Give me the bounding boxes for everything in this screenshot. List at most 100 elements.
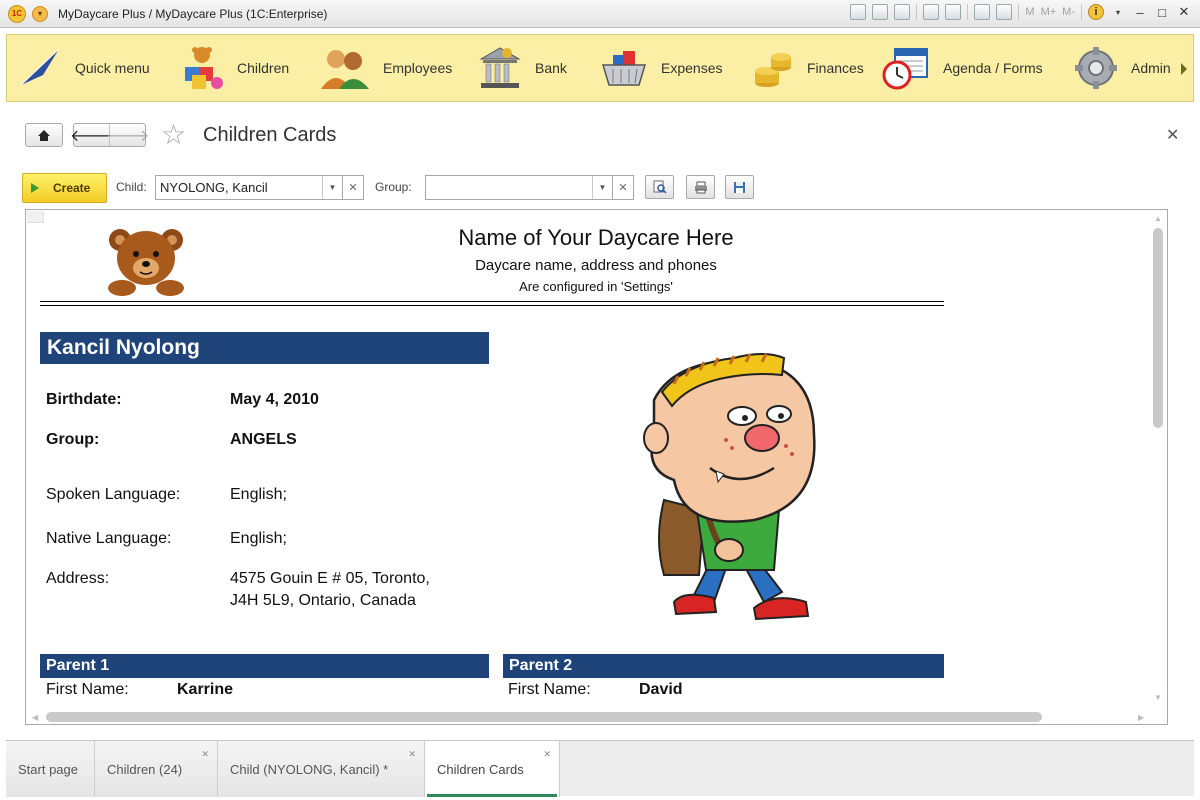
toolbar-divider <box>1081 4 1082 20</box>
forward-button[interactable]: 🡒 <box>107 124 150 146</box>
spoken-language-value: English; <box>230 486 287 503</box>
child-select[interactable]: NYOLONG, Kancil ▼ <box>155 175 343 200</box>
scroll-down-arrow-icon[interactable]: ▼ <box>1154 693 1162 702</box>
close-tab-icon[interactable]: ✕ <box>408 749 416 760</box>
minimize-button[interactable]: – <box>1132 5 1148 20</box>
parent-2-first-name-value: David <box>639 681 683 698</box>
birthdate-value: May 4, 2010 <box>230 391 319 408</box>
parent-1-header: Parent 1 <box>40 654 489 678</box>
memory-m-button[interactable]: M <box>1025 6 1034 18</box>
scroll-left-arrow-icon[interactable]: ◀ <box>32 713 38 722</box>
tab-child-record[interactable]: Child (NYOLONG, Kancil) * ✕ <box>218 741 425 797</box>
floppy-icon <box>734 181 745 193</box>
child-label: Child: <box>116 180 147 194</box>
child-name-header: Kancil Nyolong <box>40 332 489 364</box>
scroll-right-arrow-icon[interactable]: ▶ <box>1138 713 1144 722</box>
print-button[interactable] <box>686 175 715 199</box>
print-preview-icon[interactable] <box>894 4 911 20</box>
close-window-button[interactable]: ✕ <box>1176 4 1192 20</box>
maximize-button[interactable]: □ <box>1154 5 1170 20</box>
bank-icon <box>477 45 523 91</box>
close-tab-icon[interactable]: ✕ <box>543 749 551 760</box>
expenses-icon <box>599 45 649 91</box>
section-bank[interactable]: Bank <box>467 35 589 101</box>
section-agenda-forms[interactable]: Agenda / Forms <box>871 35 1063 101</box>
children-icon <box>179 45 225 91</box>
parent-2-header: Parent 2 <box>503 654 944 678</box>
calendar-icon[interactable] <box>996 4 1013 20</box>
main-menu-icon[interactable]: ▾ <box>32 5 48 22</box>
window-titlebar: 1C ▾ MyDaycare Plus / MyDaycare Plus (1C… <box>0 0 1200 28</box>
section-expenses[interactable]: Expenses <box>589 35 739 101</box>
favorites-icon[interactable] <box>945 4 962 20</box>
report-corner <box>27 211 44 223</box>
play-icon <box>31 183 39 193</box>
save-icon[interactable] <box>850 4 867 20</box>
printer-icon <box>694 181 707 193</box>
birthdate-label: Birthdate: <box>46 391 122 408</box>
daycare-subtitle: Daycare name, address and phones <box>475 257 717 274</box>
find-button[interactable] <box>645 175 674 199</box>
close-tab-icon[interactable]: ✕ <box>201 749 209 760</box>
calculator-icon[interactable] <box>974 4 991 20</box>
group-dropdown-icon[interactable]: ▼ <box>592 176 612 199</box>
favorites-add-icon[interactable] <box>923 4 940 20</box>
save-button[interactable] <box>725 175 754 199</box>
quick-menu-icon <box>17 45 63 91</box>
section-finances[interactable]: Finances <box>739 35 871 101</box>
app-logo-icon[interactable]: 1C <box>8 4 26 23</box>
find-icon <box>653 180 667 194</box>
child-clear-button[interactable]: ✕ <box>342 175 364 200</box>
address-label: Address: <box>46 570 110 587</box>
tab-children[interactable]: Children (24) ✕ <box>95 741 218 797</box>
parent-1-first-name-value: Karrine <box>177 681 234 698</box>
native-language-label: Native Language: <box>46 530 172 547</box>
close-form-button[interactable]: ✕ <box>1166 125 1179 145</box>
teddy-bear-logo <box>108 229 184 296</box>
header-divider <box>40 301 944 306</box>
group-label: Group: <box>375 180 412 194</box>
tab-children-cards[interactable]: Children Cards ✕ <box>425 741 560 797</box>
parent-1-first-name-label: First Name: <box>46 681 129 698</box>
scroll-right-arrow-icon[interactable] <box>1181 63 1187 75</box>
employees-icon <box>319 45 371 91</box>
titlebar-toolbar: M M+ M- i ▾ – □ ✕ <box>850 4 1192 20</box>
info-icon[interactable]: i <box>1088 4 1104 20</box>
create-button[interactable]: Create <box>22 173 107 203</box>
group-field-value: ANGELS <box>230 431 297 448</box>
vertical-scrollbar[interactable] <box>1153 228 1163 428</box>
back-button[interactable]: 🡐 <box>70 124 113 146</box>
section-children[interactable]: Children <box>169 35 309 101</box>
horizontal-scrollbar[interactable] <box>46 712 1042 722</box>
window-title: MyDaycare Plus / MyDaycare Plus (1C:Ente… <box>58 6 328 21</box>
section-panel: Quick menu Children Employees Bank Expen… <box>6 34 1194 102</box>
section-admin[interactable]: Admin <box>1063 35 1183 101</box>
toolbar-divider <box>967 4 969 20</box>
group-select[interactable]: ▼ <box>425 175 613 200</box>
tab-start-page[interactable]: Start page <box>6 741 95 797</box>
group-field-label: Group: <box>46 431 100 448</box>
daycare-settings-note: Are configured in 'Settings' <box>519 279 673 294</box>
home-icon <box>38 129 50 141</box>
scroll-up-arrow-icon[interactable]: ▲ <box>1154 214 1162 223</box>
section-employees[interactable]: Employees <box>309 35 467 101</box>
home-button[interactable] <box>25 123 63 147</box>
group-clear-button[interactable]: ✕ <box>612 175 634 200</box>
memory-mplus-button[interactable]: M+ <box>1041 6 1057 18</box>
native-language-value: English; <box>230 530 287 547</box>
dropdown-icon[interactable]: ▾ <box>1110 8 1126 17</box>
section-quick-menu[interactable]: Quick menu <box>7 35 169 101</box>
print-icon[interactable] <box>872 4 889 20</box>
favorite-star-icon[interactable]: ☆ <box>161 120 186 150</box>
memory-mminus-button[interactable]: M- <box>1062 6 1075 18</box>
address-line-2: J4H 5L9, Ontario, Canada <box>230 592 416 609</box>
child-dropdown-icon[interactable]: ▼ <box>322 176 342 199</box>
address-line-1: 4575 Gouin E # 05, Toronto, <box>230 570 430 587</box>
finances-icon <box>749 45 795 91</box>
agenda-forms-icon <box>881 45 931 91</box>
form-title: Children Cards <box>203 124 337 146</box>
admin-icon <box>1073 45 1119 91</box>
parent-2-first-name-label: First Name: <box>508 681 591 698</box>
open-windows-tabs: Start page Children (24) ✕ Child (NYOLON… <box>6 740 1194 797</box>
navigation-buttons: 🡐 🡒 <box>70 123 150 147</box>
